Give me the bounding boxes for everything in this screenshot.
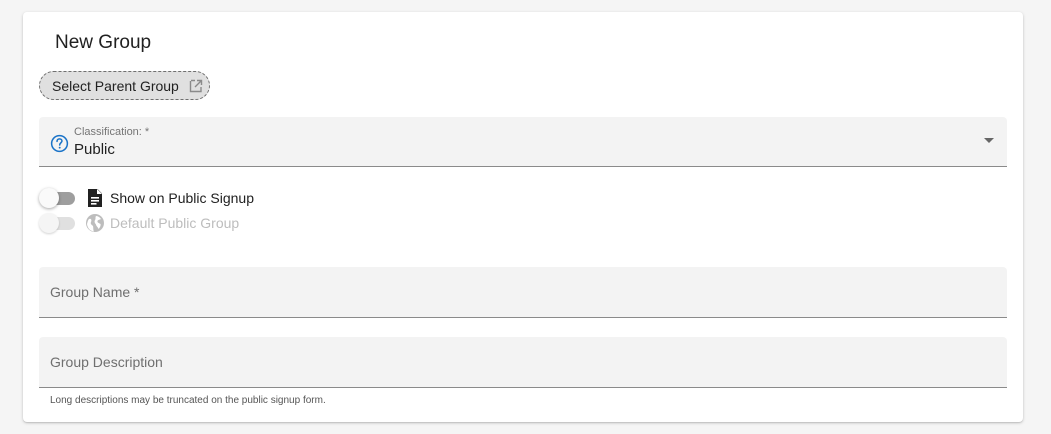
show-on-public-signup-label: Show on Public Signup	[110, 190, 254, 206]
show-on-public-signup-row: Show on Public Signup	[39, 187, 254, 209]
default-public-group-toggle[interactable]	[39, 213, 75, 233]
page-title: New Group	[55, 32, 152, 53]
dropdown-arrow-icon[interactable]	[984, 138, 994, 143]
default-public-group-label: Default Public Group	[110, 215, 240, 231]
classification-select[interactable]: Classification: * Public	[39, 117, 1007, 167]
group-description-field[interactable]: Group Description	[39, 337, 1007, 388]
group-description-placeholder: Group Description	[50, 354, 163, 370]
group-name-field[interactable]: Group Name *	[39, 267, 1007, 318]
group-name-placeholder: Group Name *	[50, 284, 140, 300]
globe-icon	[85, 213, 105, 233]
description-hint: Long descriptions may be truncated on th…	[50, 395, 326, 406]
document-icon	[85, 188, 105, 208]
open-in-new-icon	[188, 78, 204, 94]
help-icon[interactable]	[50, 134, 69, 153]
select-parent-group-label: Select Parent Group	[52, 77, 179, 94]
select-parent-group-button[interactable]: Select Parent Group	[39, 71, 210, 100]
show-on-public-signup-toggle[interactable]	[39, 188, 75, 208]
default-public-group-row: Default Public Group	[39, 212, 239, 234]
new-group-card: New Group Select Parent Group Classifica…	[23, 12, 1023, 422]
classification-value: Public	[74, 141, 115, 158]
classification-label: Classification: *	[74, 126, 150, 138]
